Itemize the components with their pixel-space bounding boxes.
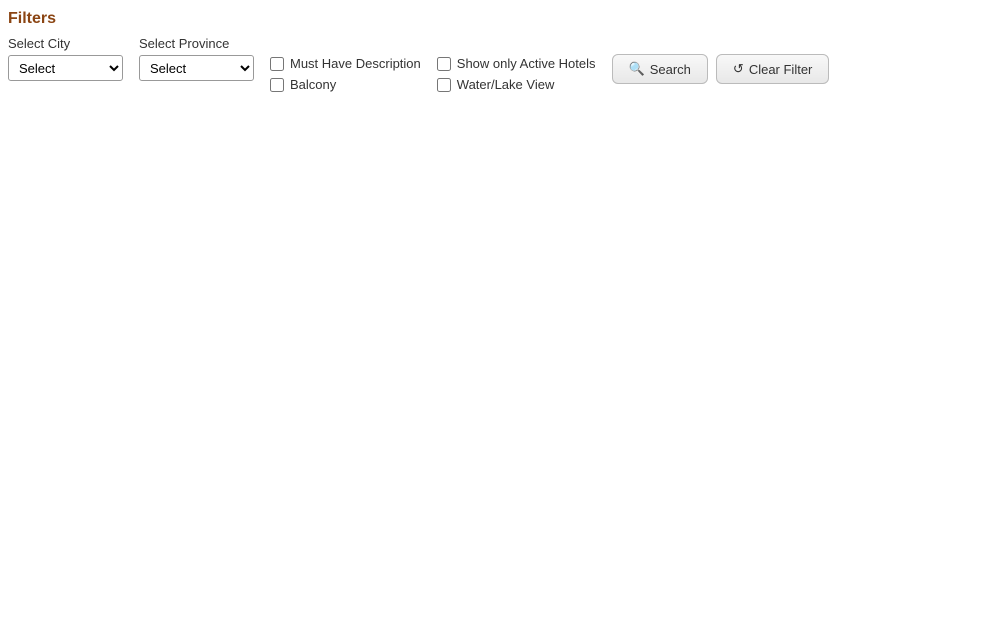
action-buttons-group: 🔍 Search ↺ Clear Filter — [612, 36, 830, 84]
show-active-hotels-checkbox-item[interactable]: Show only Active Hotels — [437, 56, 596, 71]
balcony-checkbox-item[interactable]: Balcony — [270, 77, 421, 92]
clear-filter-button[interactable]: ↺ Clear Filter — [716, 54, 829, 84]
checkboxes-right-group: Show only Active Hotels Water/Lake View — [437, 36, 596, 92]
search-icon: 🔍 — [629, 61, 645, 77]
search-button-label: Search — [650, 62, 691, 77]
province-filter-group: Select Province Select — [139, 36, 254, 81]
clear-filter-button-label: Clear Filter — [749, 62, 813, 77]
filters-container: Filters Select City Select Select Provin… — [0, 0, 1003, 102]
balcony-label: Balcony — [290, 77, 336, 92]
water-lake-view-checkbox-item[interactable]: Water/Lake View — [437, 77, 596, 92]
province-label: Select Province — [139, 36, 254, 51]
filters-row: Select City Select Select Province Selec… — [8, 36, 995, 92]
must-have-description-checkbox[interactable] — [270, 57, 284, 71]
water-lake-view-label: Water/Lake View — [457, 77, 555, 92]
checkboxes-left-group: Must Have Description Balcony — [270, 36, 421, 92]
refresh-icon: ↺ — [733, 61, 744, 77]
show-active-hotels-label: Show only Active Hotels — [457, 56, 596, 71]
must-have-description-label: Must Have Description — [290, 56, 421, 71]
balcony-checkbox[interactable] — [270, 78, 284, 92]
filters-title: Filters — [8, 10, 995, 28]
province-select[interactable]: Select — [139, 55, 254, 81]
show-active-hotels-checkbox[interactable] — [437, 57, 451, 71]
must-have-description-checkbox-item[interactable]: Must Have Description — [270, 56, 421, 71]
city-filter-group: Select City Select — [8, 36, 123, 81]
city-label: Select City — [8, 36, 123, 51]
search-button[interactable]: 🔍 Search — [612, 54, 708, 84]
city-select[interactable]: Select — [8, 55, 123, 81]
water-lake-view-checkbox[interactable] — [437, 78, 451, 92]
